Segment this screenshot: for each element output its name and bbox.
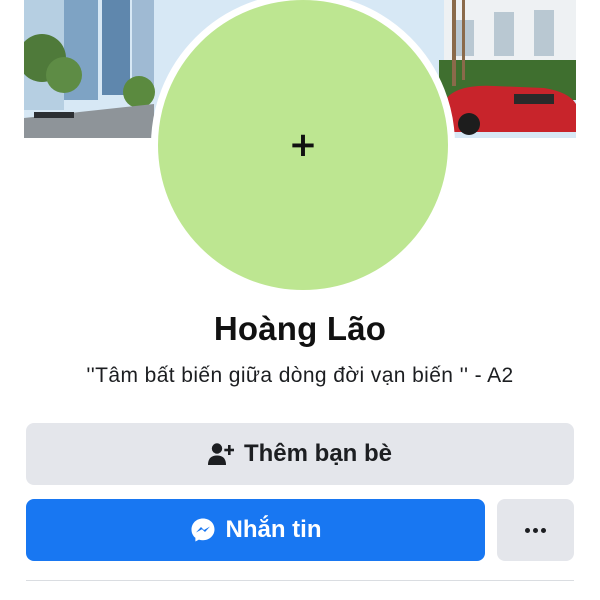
message-label: Nhắn tin [225,516,322,543]
messenger-icon [190,517,216,543]
more-options-button[interactable] [497,499,574,561]
profile-picture[interactable]: + [151,0,455,297]
add-friend-label: Thêm bạn bè [243,440,393,467]
message-button[interactable]: Nhắn tin [26,499,485,561]
section-divider [26,580,574,581]
plus-icon: + [288,125,318,165]
profile-page: + Hoàng Lão ''Tâm bất biến giữa dòng đời… [0,0,600,600]
add-friend-button[interactable]: Thêm bạn bè [26,423,574,485]
profile-bio: ''Tâm bất biến giữa dòng đời vạn biến ''… [86,364,514,387]
more-options-icon [525,527,546,533]
add-friend-icon [207,442,234,466]
profile-name: Hoàng Lão [213,310,387,347]
